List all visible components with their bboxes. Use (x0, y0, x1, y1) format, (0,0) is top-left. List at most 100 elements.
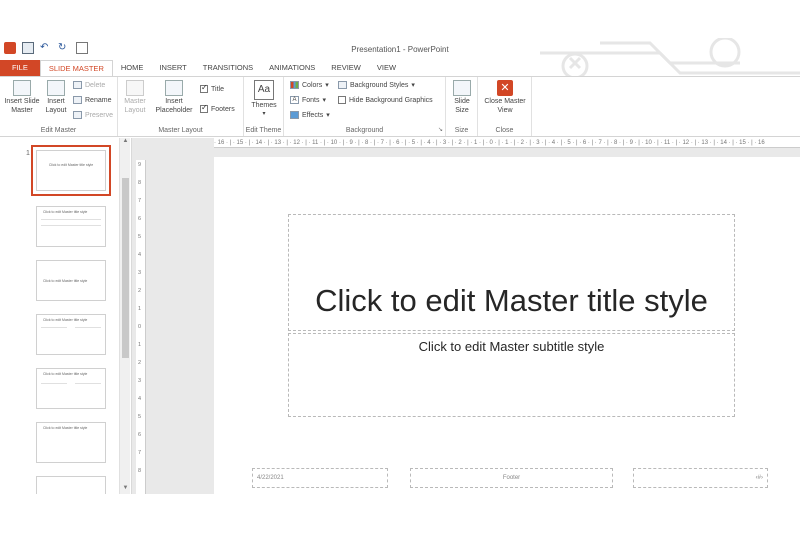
insert-placeholder-label: Insert Placeholder (155, 98, 193, 114)
insert-placeholder-icon (165, 80, 183, 96)
insert-slide-master-button[interactable]: Insert Slide Master (2, 80, 42, 115)
thumbnail-layout[interactable]: Click to edit Master title style (36, 422, 106, 463)
master-layout-button[interactable]: Master Layout (120, 80, 150, 115)
background-styles-button[interactable]: Background Styles ▾ (338, 81, 415, 89)
ribbon-tabs: FILE SLIDE MASTER HOME INSERT TRANSITION… (0, 60, 800, 76)
slide-thumbnail-pane: 1 Click to edit Master title style Click… (0, 138, 132, 494)
thumbnail-content-line (75, 327, 101, 328)
title-placeholder[interactable]: Click to edit Master title style (288, 214, 735, 331)
hide-background-graphics-box[interactable] (338, 96, 346, 104)
title-bar: ↶ ↻ Presentation1 - PowerPoint (0, 38, 800, 60)
edit-theme-group-label: Edit Theme (245, 127, 282, 134)
insert-slide-master-label: Insert Slide Master (4, 98, 40, 114)
effects-button[interactable]: Effects ▾ (290, 111, 330, 119)
fonts-button[interactable]: A Fonts ▾ (290, 96, 326, 104)
thumbnail-title: Click to edit Master title style (43, 279, 88, 283)
background-styles-icon (338, 81, 347, 89)
footer-text: Footer (502, 475, 521, 481)
delete-label: Delete (85, 81, 106, 89)
date-placeholder[interactable]: 4/22/2021 (252, 468, 388, 488)
thumbnail-layout[interactable]: Click to edit Master title style (36, 314, 106, 355)
rename-button[interactable]: Rename (73, 96, 111, 104)
ruler-tick: 8 (138, 180, 142, 186)
colors-button[interactable]: Colors ▾ (290, 81, 329, 89)
tab-slide-master[interactable]: SLIDE MASTER (39, 60, 113, 76)
scroll-up-icon[interactable]: ▲ (121, 138, 130, 147)
scroll-down-icon[interactable]: ▼ (121, 485, 130, 494)
background-dialog-launcher-icon[interactable]: ↘ (438, 126, 443, 133)
ribbon: Insert Slide Master Insert Layout Delete… (0, 76, 800, 137)
thumbnail-layout[interactable] (36, 476, 106, 494)
thumbnail-layout[interactable]: Click to edit Master title style (36, 206, 106, 247)
tab-animations[interactable]: ANIMATIONS (261, 60, 323, 76)
slide-size-icon (453, 80, 471, 96)
scrollbar-thumb[interactable] (122, 178, 129, 358)
master-layout-icon (126, 80, 144, 96)
effects-dropdown-icon: ▾ (326, 112, 330, 119)
ruler-tick: 9 (138, 162, 142, 168)
thumbnail-title: Click to edit Master title style (43, 372, 88, 376)
ruler-tick: 1 (138, 306, 142, 312)
tab-home[interactable]: HOME (113, 60, 152, 76)
tab-view[interactable]: VIEW (369, 60, 404, 76)
close-icon: ✕ (497, 80, 513, 96)
ruler-tick: 5 (138, 414, 142, 420)
hide-background-graphics-label: Hide Background Graphics (349, 96, 433, 104)
tab-insert[interactable]: INSERT (151, 60, 194, 76)
preserve-label: Preserve (85, 111, 114, 119)
edit-master-group-label: Edit Master (40, 127, 77, 134)
title-checkbox-box[interactable] (200, 83, 208, 93)
tab-file[interactable]: FILE (0, 60, 40, 76)
thumbnail-slide-master[interactable]: Click to edit Master title style (31, 145, 111, 196)
preserve-icon (73, 111, 82, 119)
window-title: Presentation1 - PowerPoint (351, 45, 449, 54)
master-title-text[interactable]: Click to edit Master title style (289, 283, 734, 319)
tab-review[interactable]: REVIEW (323, 60, 369, 76)
master-layout-group-label: Master Layout (158, 127, 203, 134)
ruler-tick: 2 (138, 288, 142, 294)
insert-layout-button[interactable]: Insert Layout (42, 80, 70, 115)
effects-label: Effects (302, 111, 324, 119)
title-checkbox[interactable]: Title (200, 83, 224, 93)
ruler-tick: 6 (138, 216, 142, 222)
thumbnail-layout[interactable]: Click to edit Master title style (36, 368, 106, 409)
slide-number-placeholder[interactable]: ‹#› (633, 468, 768, 488)
ruler-tick: 8 (138, 468, 142, 474)
tab-transitions[interactable]: TRANSITIONS (195, 60, 261, 76)
slide-size-label: Slide Size (454, 98, 470, 114)
master-subtitle-text[interactable]: Click to edit Master subtitle style (289, 339, 734, 354)
group-background: Colors ▾ A Fonts ▾ Effects ▾ Background Sty… (284, 77, 446, 136)
themes-button[interactable]: Aa Themes ▾ (248, 80, 280, 119)
thumbnail-scrollbar[interactable]: ▲ ▼ (119, 138, 130, 494)
ruler-tick: 7 (138, 198, 142, 204)
date-text: 4/22/2021 (257, 475, 284, 481)
insert-placeholder-button[interactable]: Insert Placeholder (150, 80, 198, 115)
thumbnail-title: Click to edit Master title style (43, 210, 88, 214)
hide-background-graphics-checkbox[interactable]: Hide Background Graphics (338, 96, 433, 104)
master-layout-label: Master Layout (124, 98, 146, 114)
colors-label: Colors (302, 81, 323, 89)
thumbnail-layout[interactable]: Click to edit Master title style (36, 260, 106, 301)
thumbnail-content-line (75, 383, 101, 384)
ruler-tick: 3 (138, 270, 142, 276)
insert-layout-icon (47, 80, 65, 96)
group-edit-master: Insert Slide Master Insert Layout Delete… (0, 77, 118, 136)
footer-placeholder[interactable]: Footer (410, 468, 613, 488)
subtitle-placeholder[interactable]: Click to edit Master subtitle style (288, 333, 735, 417)
footers-checkbox[interactable]: Footers (200, 103, 235, 113)
delete-button[interactable]: Delete (73, 81, 105, 89)
preserve-button[interactable]: Preserve (73, 111, 113, 119)
ruler-tick: 0 (138, 324, 142, 330)
ruler-tick: 2 (138, 360, 142, 366)
insert-layout-label: Insert Layout (45, 98, 67, 114)
ruler-tick: 5 (138, 234, 142, 240)
rename-label: Rename (85, 96, 112, 104)
fonts-label: Fonts (302, 96, 320, 104)
close-master-view-button[interactable]: ✕ Close Master View (481, 80, 529, 115)
close-group-label: Close (495, 127, 514, 134)
thumbnail-content-line (41, 225, 101, 226)
background-styles-dropdown-icon: ▾ (411, 82, 415, 89)
thumbnail-title: Click to edit Master title style (48, 163, 94, 167)
footers-checkbox-box[interactable] (200, 103, 208, 113)
slide-size-button[interactable]: Slide Size (449, 80, 475, 115)
